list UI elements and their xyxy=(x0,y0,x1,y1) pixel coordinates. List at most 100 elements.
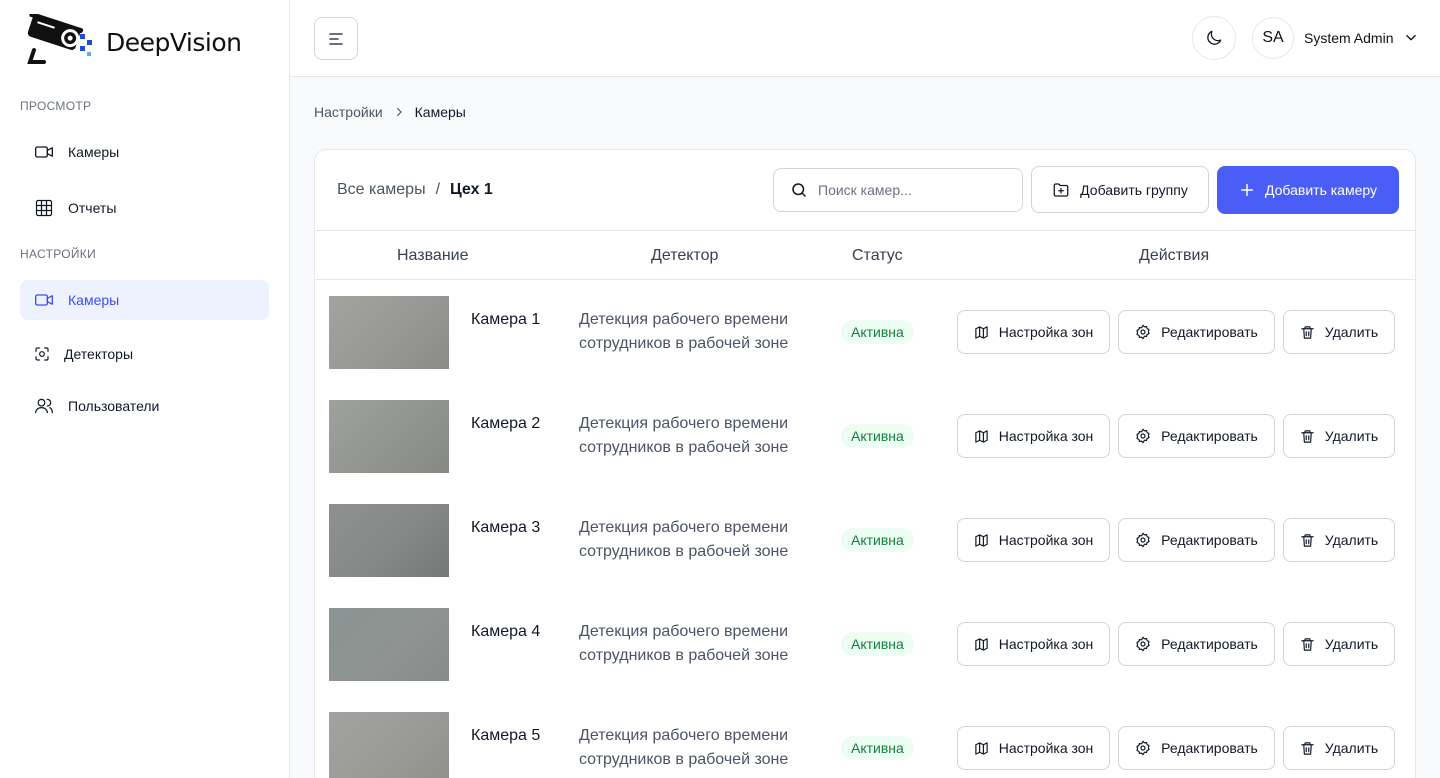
camera-thumbnail[interactable] xyxy=(329,400,449,473)
breadcrumb-link-settings[interactable]: Настройки xyxy=(314,104,383,120)
group-path-title: Все камеры / Цех 1 xyxy=(337,181,493,199)
video-icon xyxy=(35,294,53,306)
status-badge: Активна xyxy=(841,528,914,552)
table-icon xyxy=(35,199,53,217)
search-input[interactable] xyxy=(818,182,1008,198)
edit-label: Редактировать xyxy=(1161,636,1258,652)
current-group-name: Цех 1 xyxy=(450,181,493,198)
edit-label: Редактировать xyxy=(1161,740,1258,756)
sidebar-item-label: Отчеты xyxy=(68,200,117,216)
folder-plus-icon xyxy=(1053,182,1069,197)
edit-button[interactable]: Редактировать xyxy=(1118,414,1275,458)
scan-icon xyxy=(35,347,49,361)
sidebar-item-detectors[interactable]: Детекторы xyxy=(20,334,269,374)
edit-label: Редактировать xyxy=(1161,532,1258,548)
search-box[interactable] xyxy=(773,168,1023,212)
edit-button[interactable]: Редактировать xyxy=(1118,726,1275,770)
delete-label: Удалить xyxy=(1324,428,1379,444)
delete-button[interactable]: Удалить xyxy=(1283,310,1395,354)
search-icon xyxy=(792,183,806,197)
map-icon xyxy=(974,533,988,547)
trash-icon xyxy=(1301,533,1314,547)
camera-detector: Детекция рабочего времени сотрудников в … xyxy=(579,415,789,456)
zones-settings-button[interactable]: Настройка зон xyxy=(957,310,1110,354)
menu-icon xyxy=(329,32,343,45)
column-header-status: Статус xyxy=(852,247,903,264)
zones-settings-button[interactable]: Настройка зон xyxy=(957,726,1110,770)
sidebar-item-label: Пользователи xyxy=(68,398,160,414)
edit-label: Редактировать xyxy=(1161,428,1258,444)
logo[interactable]: DeepVision xyxy=(24,12,242,68)
camera-detector: Детекция рабочего времени сотрудников в … xyxy=(579,727,789,768)
camera-name: Камера 2 xyxy=(471,415,541,432)
add-camera-label: Добавить камеру xyxy=(1264,182,1378,198)
breadcrumb-current: Камеры xyxy=(414,104,466,120)
camera-thumbnail[interactable] xyxy=(329,608,449,681)
sidebar-item-reports[interactable]: Отчеты xyxy=(20,188,269,228)
breadcrumb: Настройки Камеры xyxy=(314,104,466,120)
delete-label: Удалить xyxy=(1324,740,1379,756)
map-icon xyxy=(974,325,988,339)
trash-icon xyxy=(1301,637,1314,651)
gear-icon xyxy=(1136,532,1150,548)
map-icon xyxy=(974,429,988,443)
camera-detector: Детекция рабочего времени сотрудников в … xyxy=(579,311,789,352)
delete-button[interactable]: Удалить xyxy=(1283,622,1395,666)
sidebar-item-label: Камеры xyxy=(68,292,120,308)
delete-label: Удалить xyxy=(1324,532,1379,548)
edit-button[interactable]: Редактировать xyxy=(1118,518,1275,562)
status-badge: Активна xyxy=(841,632,914,656)
edit-button[interactable]: Редактировать xyxy=(1118,622,1275,666)
avatar[interactable]: SA xyxy=(1252,17,1294,59)
delete-button[interactable]: Удалить xyxy=(1283,518,1395,562)
sidebar-item-label: Камеры xyxy=(68,144,120,160)
zones-settings-label: Настройка зон xyxy=(998,740,1094,756)
zones-settings-label: Настройка зон xyxy=(998,532,1094,548)
sidebar: DeepVision ПРОСМОТР Камеры Отчеты НАСТРО… xyxy=(0,0,290,778)
zones-settings-button[interactable]: Настройка зон xyxy=(957,622,1110,666)
trash-icon xyxy=(1301,325,1314,339)
zones-settings-label: Настройка зон xyxy=(998,636,1094,652)
users-icon xyxy=(35,398,53,414)
table-row: Камера 2 Детекция рабочего времени сотру… xyxy=(315,384,1415,488)
gear-icon xyxy=(1136,428,1150,444)
chevron-right-icon xyxy=(393,106,405,118)
delete-button[interactable]: Удалить xyxy=(1283,414,1395,458)
moon-icon xyxy=(1207,30,1222,45)
section-label-settings: НАСТРОЙКИ xyxy=(20,247,97,261)
camera-name: Камера 5 xyxy=(471,727,541,744)
plus-icon xyxy=(1240,183,1254,197)
sidebar-item-view-cameras[interactable]: Камеры xyxy=(20,132,269,172)
gear-icon xyxy=(1136,636,1150,652)
camera-detector: Детекция рабочего времени сотрудников в … xyxy=(579,623,789,664)
all-cameras-link[interactable]: Все камеры xyxy=(337,181,426,199)
sidebar-item-users[interactable]: Пользователи xyxy=(20,386,269,426)
edit-label: Редактировать xyxy=(1161,324,1258,340)
gear-icon xyxy=(1136,740,1150,756)
cameras-card: Все камеры / Цех 1 Добавить группу Добав… xyxy=(314,149,1416,778)
zones-settings-button[interactable]: Настройка зон xyxy=(957,518,1110,562)
edit-button[interactable]: Редактировать xyxy=(1118,310,1275,354)
section-label-view: ПРОСМОТР xyxy=(20,99,92,113)
zones-settings-label: Настройка зон xyxy=(998,428,1094,444)
video-icon xyxy=(35,146,53,158)
camera-name: Камера 4 xyxy=(471,623,541,640)
add-group-button[interactable]: Добавить группу xyxy=(1031,166,1209,213)
menu-toggle-button[interactable] xyxy=(314,17,358,60)
status-badge: Активна xyxy=(841,736,914,760)
zones-settings-label: Настройка зон xyxy=(998,324,1094,340)
theme-toggle-button[interactable] xyxy=(1192,16,1236,60)
user-name[interactable]: System Admin xyxy=(1304,30,1393,46)
add-camera-button[interactable]: Добавить камеру xyxy=(1217,166,1399,214)
camera-thumbnail[interactable] xyxy=(329,296,449,369)
zones-settings-button[interactable]: Настройка зон xyxy=(957,414,1110,458)
status-badge: Активна xyxy=(841,320,914,344)
brand-name: DeepVision xyxy=(106,27,242,57)
chevron-down-icon[interactable] xyxy=(1404,31,1418,45)
delete-button[interactable]: Удалить xyxy=(1283,726,1395,770)
table-row: Камера 5 Детекция рабочего времени сотру… xyxy=(315,696,1415,778)
path-separator: / xyxy=(435,181,441,198)
camera-thumbnail[interactable] xyxy=(329,504,449,577)
sidebar-item-settings-cameras[interactable]: Камеры xyxy=(20,280,269,320)
camera-thumbnail[interactable] xyxy=(329,712,449,778)
